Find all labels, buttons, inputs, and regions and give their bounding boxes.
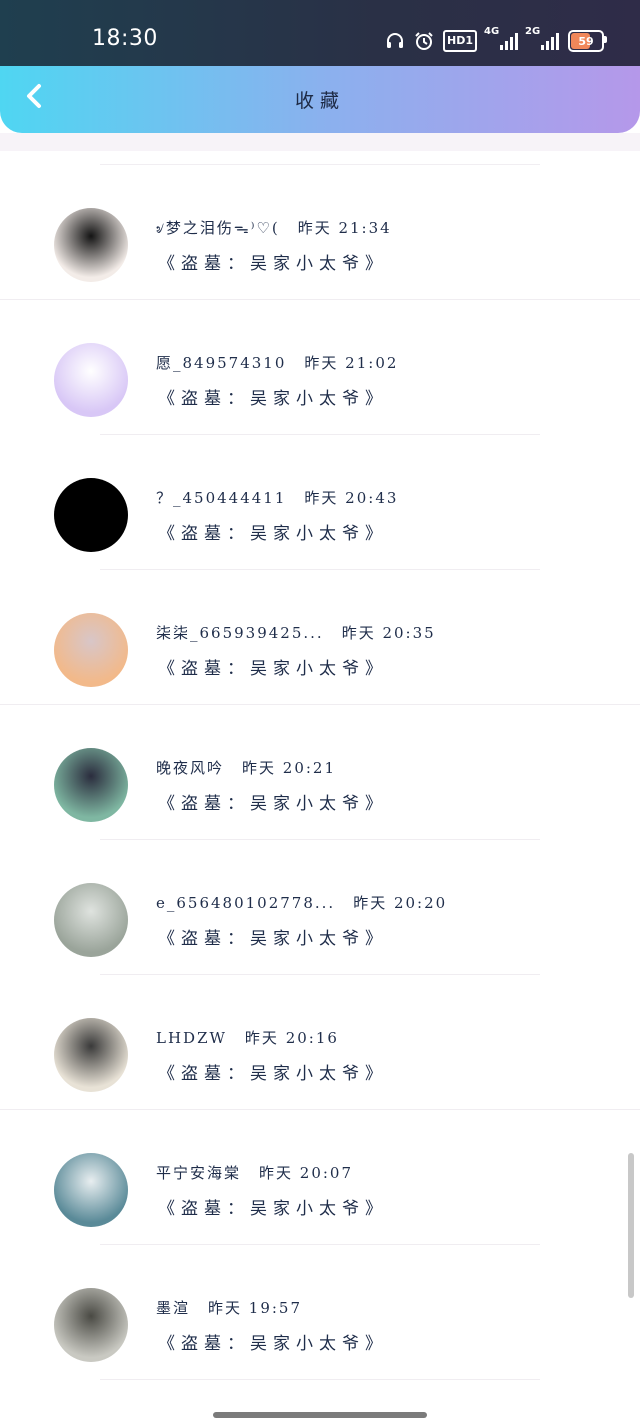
user-name: 平宁安海棠 (156, 1164, 242, 1182)
timestamp: 昨天 20:16 (244, 1029, 339, 1047)
favorite-content[interactable]: 《盗墓：吴家小太爷》 (158, 654, 388, 679)
user-name: 愿_849574310 (156, 354, 287, 372)
item-header: 墨渲 昨天 19:57 (156, 1297, 302, 1318)
signal-2g-label: 2G (525, 26, 541, 37)
timestamp: 昨天 21:02 (304, 354, 399, 372)
timestamp: 昨天 20:07 (259, 1164, 354, 1182)
avatar[interactable] (54, 1288, 128, 1362)
signal-4g-label: 4G (484, 26, 500, 37)
list-item[interactable]: ৶梦之泪伤ᯓ⁾♡( 昨天 21:34 《盗墓：吴家小太爷》 (0, 165, 640, 300)
headphones-icon (385, 30, 405, 52)
avatar[interactable] (54, 208, 128, 282)
status-icons: HD1 4G 2G 59 (385, 26, 607, 54)
avatar[interactable] (54, 343, 128, 417)
avatar[interactable] (54, 478, 128, 552)
timestamp: 昨天 19:57 (208, 1299, 303, 1317)
list-item[interactable]: e_656480102778... 昨天 20:20 《盗墓：吴家小太爷》 (0, 840, 640, 975)
list-item[interactable]: 晚夜风吟 昨天 20:21 《盗墓：吴家小太爷》 (0, 705, 640, 840)
timestamp: 昨天 21:34 (297, 219, 392, 237)
app-header: 收藏 (0, 66, 640, 133)
item-header: 平宁安海棠 昨天 20:07 (156, 1162, 353, 1183)
user-name: ？_450444411 (156, 489, 287, 507)
list-item[interactable]: 墨渲 昨天 19:57 《盗墓：吴家小太爷》 (0, 1245, 640, 1380)
avatar[interactable] (54, 1018, 128, 1092)
avatar[interactable] (54, 1153, 128, 1227)
header-shadow-band (0, 133, 640, 151)
item-header: 晚夜风吟 昨天 20:21 (156, 757, 336, 778)
timestamp: 昨天 20:21 (242, 759, 337, 777)
signal-4g-icon: 4G (484, 26, 518, 52)
status-time: 18:30 (92, 26, 158, 51)
item-header: 柒柒_665939425... 昨天 20:35 (156, 622, 436, 643)
timestamp: 昨天 20:35 (341, 624, 436, 642)
favorite-content[interactable]: 《盗墓：吴家小太爷》 (158, 1194, 388, 1219)
list-item[interactable]: 平宁安海棠 昨天 20:07 《盗墓：吴家小太爷》 (0, 1110, 640, 1245)
user-name: LHDZW (156, 1029, 227, 1047)
alarm-icon (414, 30, 434, 52)
item-header: ？_450444411 昨天 20:43 (156, 487, 398, 508)
page-title: 收藏 (294, 90, 345, 112)
avatar[interactable] (54, 883, 128, 957)
item-header: LHDZW 昨天 20:16 (156, 1027, 339, 1048)
favorite-content[interactable]: 《盗墓：吴家小太爷》 (158, 1329, 388, 1354)
favorite-content[interactable]: 《盗墓：吴家小太爷》 (158, 1059, 388, 1084)
list-item[interactable]: 愿_849574310 昨天 21:02 《盗墓：吴家小太爷》 (0, 300, 640, 435)
favorite-content[interactable]: 《盗墓：吴家小太爷》 (158, 384, 388, 409)
favorite-content[interactable]: 《盗墓：吴家小太爷》 (158, 789, 388, 814)
user-name: 墨渲 (156, 1299, 191, 1317)
avatar[interactable] (54, 748, 128, 822)
hd-icon: HD1 (443, 30, 477, 52)
favorite-content[interactable]: 《盗墓：吴家小太爷》 (158, 924, 388, 949)
list-item[interactable]: ？_450444411 昨天 20:43 《盗墓：吴家小太爷》 (0, 435, 640, 570)
list-item[interactable]: 柒柒_665939425... 昨天 20:35 《盗墓：吴家小太爷》 (0, 570, 640, 705)
favorite-content[interactable]: 《盗墓：吴家小太爷》 (158, 519, 388, 544)
signal-2g-icon: 2G (525, 26, 559, 52)
favorites-list: ৶梦之泪伤ᯓ⁾♡( 昨天 21:34 《盗墓：吴家小太爷》 愿_849574310… (0, 165, 640, 1380)
timestamp: 昨天 20:43 (304, 489, 399, 507)
item-header: 愿_849574310 昨天 21:02 (156, 352, 398, 373)
item-header: e_656480102778... 昨天 20:20 (156, 892, 447, 913)
battery-icon: 59 (568, 30, 607, 52)
favorite-content[interactable]: 《盗墓：吴家小太爷》 (158, 249, 388, 274)
timestamp: 昨天 20:20 (353, 894, 448, 912)
user-name: ৶梦之泪伤ᯓ⁾♡( (156, 219, 280, 237)
avatar[interactable] (54, 613, 128, 687)
list-item[interactable]: LHDZW 昨天 20:16 《盗墓：吴家小太爷》 (0, 975, 640, 1110)
user-name: e_656480102778... (156, 894, 336, 912)
user-name: 柒柒_665939425... (156, 624, 324, 642)
battery-level: 59 (578, 34, 594, 48)
home-indicator[interactable] (213, 1412, 427, 1418)
scrollbar[interactable] (628, 1153, 634, 1298)
user-name: 晚夜风吟 (156, 759, 225, 777)
item-header: ৶梦之泪伤ᯓ⁾♡( 昨天 21:34 (156, 217, 392, 242)
